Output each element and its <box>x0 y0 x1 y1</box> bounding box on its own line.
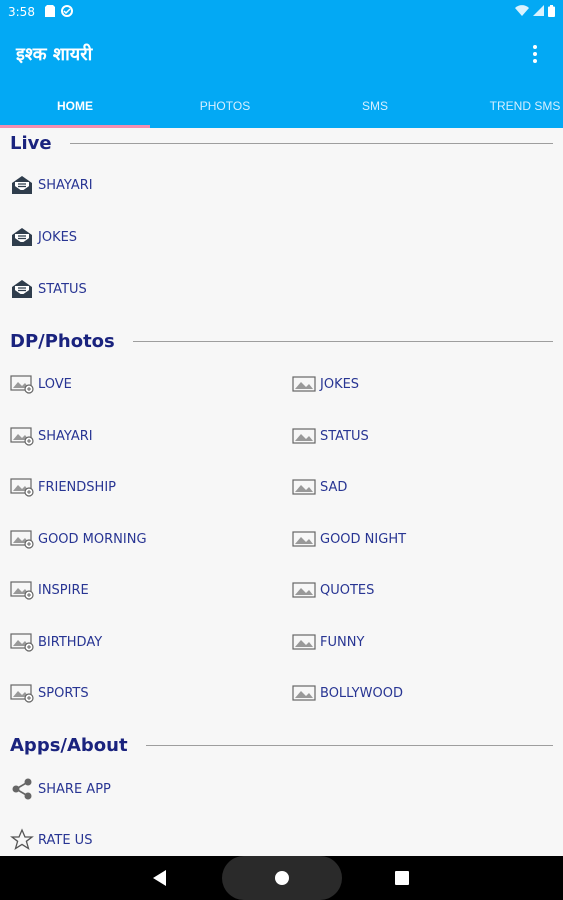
image-gear-icon <box>10 630 34 654</box>
battery-icon <box>548 4 555 20</box>
dp-item-shayari[interactable]: SHAYARI <box>10 421 93 451</box>
section-live: Live <box>10 130 553 156</box>
recents-icon[interactable] <box>387 856 417 900</box>
image-gear-icon <box>10 578 34 602</box>
list-item-label: SHAYARI <box>38 177 93 193</box>
dp-item-status[interactable]: STATUS <box>292 421 369 451</box>
list-item-label: QUOTES <box>320 582 375 598</box>
app-title: इश्क शायरी <box>16 44 93 65</box>
system-nav-bar <box>0 856 563 900</box>
list-item-label: SPORTS <box>38 685 89 701</box>
share-icon <box>10 777 34 801</box>
list-item-label: STATUS <box>320 428 369 444</box>
list-item-label: FUNNY <box>320 634 365 650</box>
list-item-label: JOKES <box>38 229 78 245</box>
list-item-label: SAD <box>320 479 348 495</box>
image-icon <box>292 527 316 551</box>
dp-item-good-night[interactable]: GOOD NIGHT <box>292 524 406 554</box>
list-item-label: LOVE <box>38 376 72 392</box>
dp-item-sports[interactable]: SPORTS <box>10 678 89 708</box>
sd-card-icon <box>44 4 55 20</box>
image-icon <box>292 372 316 396</box>
envelope-open-icon <box>10 225 34 249</box>
live-item-jokes[interactable]: JOKES <box>10 222 77 252</box>
image-icon <box>292 578 316 602</box>
image-icon <box>292 424 316 448</box>
list-item-label: GOOD MORNING <box>38 531 147 547</box>
image-gear-icon <box>10 372 34 396</box>
wifi-icon <box>515 5 529 19</box>
status-time: 3:58 <box>8 5 35 19</box>
list-item-label: BIRTHDAY <box>38 634 103 650</box>
envelope-open-icon <box>10 277 34 301</box>
data-saver-icon <box>60 4 73 20</box>
app-bar: इश्क शायरी <box>0 24 563 84</box>
section-title-apps-about: Apps/About <box>10 734 128 756</box>
tab-bar: HOME PHOTOS SMS TREND SMS <box>0 84 563 128</box>
image-icon <box>292 475 316 499</box>
dp-item-funny[interactable]: FUNNY <box>292 627 364 657</box>
section-dp-photos: DP/Photos <box>10 328 553 354</box>
share-app-button[interactable]: SHARE APP <box>10 774 111 804</box>
image-gear-icon <box>10 527 34 551</box>
section-apps-about: Apps/About <box>10 732 553 758</box>
list-item-label: SHARE APP <box>38 781 111 797</box>
signal-icon <box>533 5 544 19</box>
image-gear-icon <box>10 475 34 499</box>
dp-item-sad[interactable]: SAD <box>292 472 347 502</box>
dp-item-inspire[interactable]: INSPIRE <box>10 575 89 605</box>
list-item-label: BOLLYWOOD <box>320 685 403 701</box>
section-divider <box>132 340 553 342</box>
dp-item-bollywood[interactable]: BOLLYWOOD <box>292 678 403 708</box>
dp-item-quotes[interactable]: QUOTES <box>292 575 374 605</box>
dp-item-birthday[interactable]: BIRTHDAY <box>10 627 102 657</box>
dp-item-good-morning[interactable]: GOOD MORNING <box>10 524 147 554</box>
list-item-label: RATE US <box>38 832 93 848</box>
list-item-label: JOKES <box>320 376 360 392</box>
back-icon[interactable] <box>145 856 175 900</box>
list-item-label: SHAYARI <box>38 428 93 444</box>
home-content[interactable]: Live SHAYARI JOKES STATUS DP/Photos LOVE… <box>0 128 563 856</box>
list-item-label: INSPIRE <box>38 582 89 598</box>
tab-sms[interactable]: SMS <box>300 84 450 128</box>
live-item-shayari[interactable]: SHAYARI <box>10 170 93 200</box>
overflow-menu-icon[interactable] <box>523 42 547 66</box>
tab-photos[interactable]: PHOTOS <box>150 84 300 128</box>
section-title-live: Live <box>10 132 52 154</box>
dp-item-love[interactable]: LOVE <box>10 369 72 399</box>
list-item-label: GOOD NIGHT <box>320 531 407 547</box>
rate-us-button[interactable]: RATE US <box>10 825 92 855</box>
image-icon <box>292 630 316 654</box>
image-icon <box>292 681 316 705</box>
list-item-label: FRIENDSHIP <box>38 479 116 495</box>
dp-item-friendship[interactable]: FRIENDSHIP <box>10 472 116 502</box>
tab-trend-sms[interactable]: TREND SMS <box>450 84 563 128</box>
star-icon <box>10 828 34 852</box>
tab-home[interactable]: HOME <box>0 84 150 128</box>
section-divider <box>145 744 553 746</box>
image-gear-icon <box>10 681 34 705</box>
live-item-status[interactable]: STATUS <box>10 274 87 304</box>
home-icon[interactable] <box>267 856 297 900</box>
status-bar: 3:58 <box>0 0 563 24</box>
section-divider <box>69 142 553 144</box>
envelope-open-icon <box>10 173 34 197</box>
list-item-label: STATUS <box>38 281 87 297</box>
dp-item-jokes[interactable]: JOKES <box>292 369 359 399</box>
image-gear-icon <box>10 424 34 448</box>
section-title-dp-photos: DP/Photos <box>10 330 115 352</box>
